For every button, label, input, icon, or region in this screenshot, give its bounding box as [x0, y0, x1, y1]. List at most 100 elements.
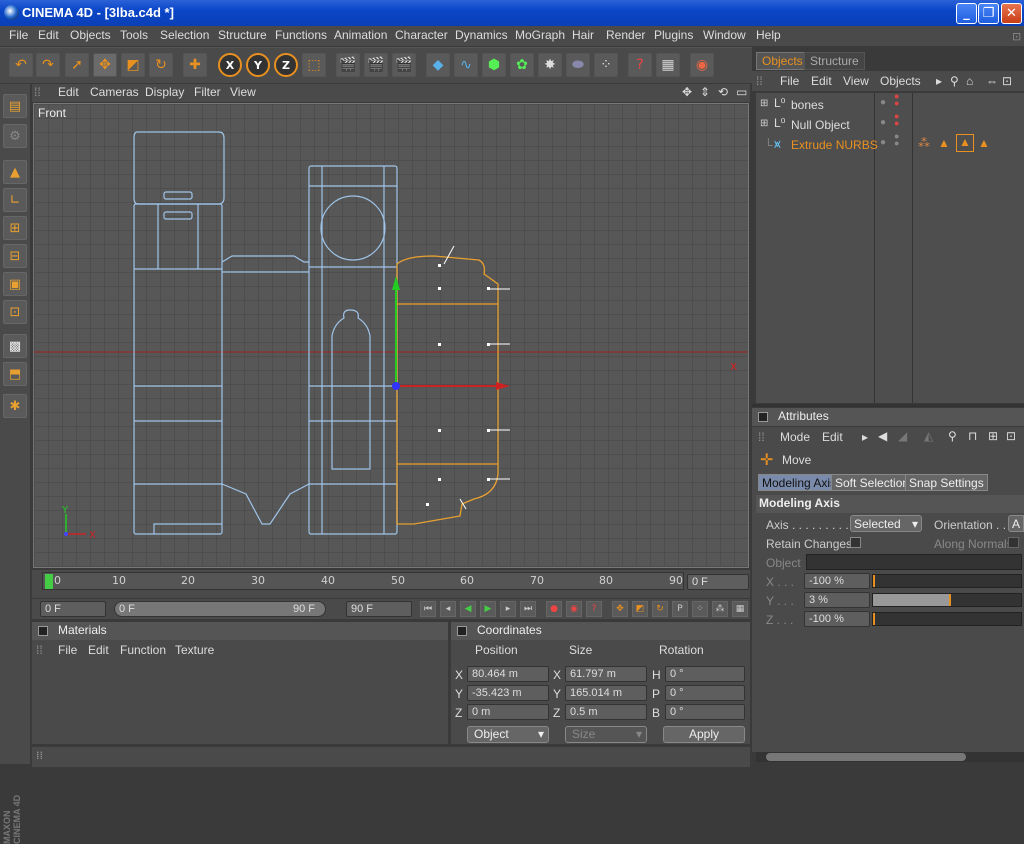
- render-picture-viewer-icon[interactable]: 🎬: [364, 53, 388, 77]
- search-icon[interactable]: ⚲: [950, 74, 959, 88]
- tab-soft-selection[interactable]: Soft Selection: [831, 474, 914, 491]
- redo-icon[interactable]: ↷: [36, 53, 60, 77]
- menu-help[interactable]: Help: [756, 28, 781, 42]
- y-slider[interactable]: [872, 593, 1022, 607]
- selected-tag-icon[interactable]: ▲: [956, 134, 974, 152]
- scene-icon[interactable]: ⬬: [566, 53, 590, 77]
- size-z-field[interactable]: 0.5 m: [565, 704, 647, 720]
- menu-selection[interactable]: Selection: [160, 28, 209, 42]
- material-tag-icon[interactable]: ⁂: [918, 136, 930, 150]
- autokey-icon[interactable]: ◉: [566, 601, 582, 617]
- add-object-icon[interactable]: ✚: [183, 53, 207, 77]
- object-mode-icon[interactable]: ▲: [3, 160, 27, 184]
- points-mode-icon[interactable]: ⊞: [3, 216, 27, 240]
- cube-icon[interactable]: ◆: [426, 53, 450, 77]
- settings-icon[interactable]: ⊞: [988, 429, 998, 443]
- coordinate-mode-dropdown[interactable]: Object ▾: [467, 726, 549, 743]
- menu-animation[interactable]: Animation: [334, 28, 387, 42]
- chevron-right-icon[interactable]: ▸: [862, 430, 868, 444]
- move-tool-icon[interactable]: ✥: [93, 53, 117, 77]
- objects-menu-view[interactable]: View: [843, 74, 869, 88]
- menu-dynamics[interactable]: Dynamics: [455, 28, 508, 42]
- objects-menu-objects[interactable]: Objects: [880, 74, 921, 88]
- size-x-field[interactable]: 61.797 m: [565, 666, 647, 682]
- x-axis-icon[interactable]: X: [218, 53, 242, 77]
- viewport-menu-view[interactable]: View: [230, 85, 256, 99]
- menu-render[interactable]: Render: [606, 28, 645, 42]
- y-value-field[interactable]: 3 %: [804, 592, 870, 608]
- editor-visibility-icon[interactable]: ●: [880, 97, 886, 108]
- timeline-playhead[interactable]: [45, 574, 53, 589]
- animation-mode-icon[interactable]: ⊡: [3, 300, 27, 324]
- viewport-canvas[interactable]: x Y X: [34, 104, 749, 568]
- model-tool-icon[interactable]: ⚙: [3, 124, 27, 148]
- prev-key-icon[interactable]: ◂: [440, 601, 456, 617]
- polygons-mode-icon[interactable]: ▣: [3, 272, 27, 296]
- viewport-menu-display[interactable]: Display: [145, 85, 184, 99]
- x-value-field[interactable]: -100 %: [804, 573, 870, 589]
- tab-structure[interactable]: Structure: [804, 52, 865, 70]
- interpolation-icon[interactable]: ⁂: [712, 601, 728, 617]
- render-view-icon[interactable]: 🎬: [336, 53, 360, 77]
- menu-structure[interactable]: Structure: [218, 28, 267, 42]
- keyframe-selection-icon[interactable]: ?: [586, 601, 602, 617]
- apply-button[interactable]: Apply: [663, 726, 745, 743]
- menu-objects[interactable]: Objects: [70, 28, 111, 42]
- panel-close-icon[interactable]: [457, 626, 467, 636]
- orientation-dropdown[interactable]: A: [1008, 515, 1024, 532]
- menu-plugins[interactable]: Plugins: [654, 28, 693, 42]
- rot-b-field[interactable]: 0 °: [665, 704, 745, 720]
- viewport-rotate-icon[interactable]: ⟲: [718, 85, 728, 99]
- render-visibility-icon[interactable]: ● ●: [894, 92, 899, 108]
- web-icon[interactable]: ◉: [690, 53, 714, 77]
- undo-icon[interactable]: ↶: [9, 53, 33, 77]
- maximize-button[interactable]: ❐: [978, 3, 999, 24]
- objects-menu-file[interactable]: File: [780, 74, 799, 88]
- x-slider[interactable]: [872, 574, 1022, 588]
- expand-icon[interactable]: ⊞: [760, 118, 768, 129]
- goto-end-icon[interactable]: ⏭: [520, 601, 536, 617]
- list-item[interactable]: ⊞ L⁰ Null Object ● ● ●: [756, 112, 1024, 136]
- texture-axis-icon[interactable]: ∟: [3, 188, 27, 212]
- axis-dropdown[interactable]: Selected ▾: [850, 515, 922, 532]
- panel-close-icon[interactable]: [38, 626, 48, 636]
- viewport-maximize-icon[interactable]: ▭: [736, 85, 747, 99]
- start-frame-field[interactable]: 0 F: [40, 601, 106, 617]
- help-cursor-icon[interactable]: ?: [628, 53, 652, 77]
- menu-tools[interactable]: Tools: [120, 28, 148, 42]
- new-window-icon[interactable]: ⊡: [1006, 429, 1016, 443]
- key-rotation-icon[interactable]: ↻: [652, 601, 668, 617]
- pos-x-field[interactable]: 80.464 m: [467, 666, 549, 682]
- chevron-right-icon[interactable]: ▸: [936, 74, 942, 88]
- spline-icon[interactable]: ∿: [454, 53, 478, 77]
- objects-menu-edit[interactable]: Edit: [811, 74, 832, 88]
- render-settings-icon[interactable]: 🎬: [392, 53, 416, 77]
- z-axis-icon[interactable]: Z: [274, 53, 298, 77]
- front-viewport[interactable]: Front x Y X: [33, 103, 749, 568]
- sculpt-icon[interactable]: ✱: [3, 394, 27, 418]
- home-icon[interactable]: ⌂: [966, 74, 973, 88]
- size-y-field[interactable]: 165.014 m: [565, 685, 647, 701]
- scale-tool-icon[interactable]: ◩: [121, 53, 145, 77]
- timeline-options-icon[interactable]: ▦: [732, 601, 748, 617]
- menu-file[interactable]: File: [9, 28, 28, 42]
- tag-icon[interactable]: ▲: [938, 136, 950, 150]
- back-arrow-icon[interactable]: ◀: [878, 429, 887, 443]
- particle-icon[interactable]: ⁘: [594, 53, 618, 77]
- viewport-menu-filter[interactable]: Filter: [194, 85, 221, 99]
- rotate-tool-icon[interactable]: ↻: [149, 53, 173, 77]
- forward-arrow-icon[interactable]: ◭: [924, 429, 933, 443]
- live-select-icon[interactable]: ➚: [65, 53, 89, 77]
- array-icon[interactable]: ✿: [510, 53, 534, 77]
- attributes-menu-mode[interactable]: Mode: [780, 430, 810, 444]
- record-icon[interactable]: ●: [546, 601, 562, 617]
- close-button[interactable]: ✕: [1001, 3, 1022, 24]
- viewport-layout-icon[interactable]: ▤: [3, 94, 27, 118]
- end-frame-field[interactable]: 90 F: [346, 601, 412, 617]
- z-slider[interactable]: [872, 612, 1022, 626]
- key-param-icon[interactable]: P: [672, 601, 688, 617]
- layout-icon[interactable]: ▦: [656, 53, 680, 77]
- list-item-selected[interactable]: └ ⩙ Extrude NURBS ● ● ● ⁂ ▲ ▲ ▲: [756, 132, 1024, 156]
- key-position-icon[interactable]: ✥: [612, 601, 628, 617]
- materials-menu-function[interactable]: Function: [120, 643, 166, 657]
